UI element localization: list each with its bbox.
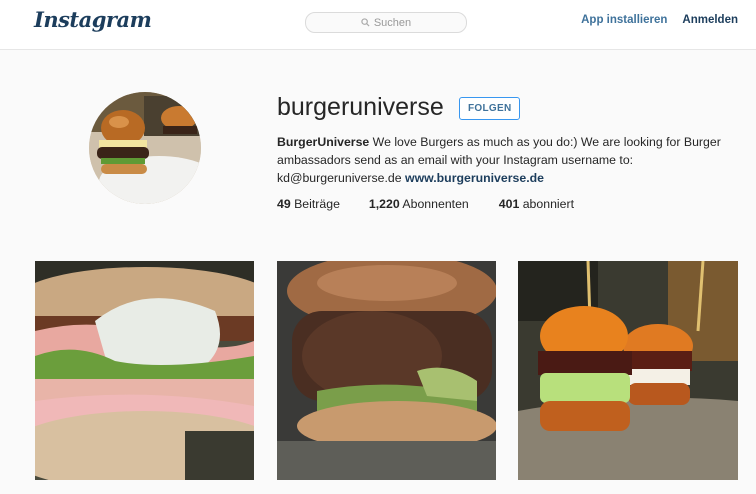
search-input[interactable]: Suchen <box>305 12 467 33</box>
stat-followers[interactable]: 1,220 Abonnenten <box>369 197 469 211</box>
instagram-logo[interactable]: Instagram <box>34 7 152 32</box>
post-thumbnail-1[interactable] <box>35 261 254 480</box>
website-link[interactable]: www.burgeruniverse.de <box>405 171 544 185</box>
stat-posts-label: Beiträge <box>290 197 340 211</box>
sliders-photo <box>518 261 738 480</box>
post-thumbnail-2[interactable] <box>277 261 496 480</box>
stat-posts[interactable]: 49 Beiträge <box>277 197 340 211</box>
stat-followers-count: 1,220 <box>368 197 400 211</box>
burger-photo-2 <box>277 261 496 480</box>
follow-button[interactable]: FOLGEN <box>459 97 521 120</box>
search-placeholder: Suchen <box>373 16 412 29</box>
profile-username: burgeruniverse <box>277 93 444 121</box>
burger-photo-1 <box>35 261 254 480</box>
top-navigation-bar: Instagram Suchen App installieren Anmeld… <box>0 0 756 50</box>
login-link[interactable]: Anmelden <box>682 14 738 26</box>
bio-name: BurgerUniverse <box>277 135 370 149</box>
install-app-link[interactable]: App installieren <box>581 14 667 26</box>
stat-following-label: abonniert <box>519 197 574 211</box>
profile-stats: 49 Beiträge 1,220 Abonnenten 401 abonnie… <box>277 197 574 211</box>
profile-bio: BurgerUniverse We love Burgers as much a… <box>277 133 737 187</box>
search-icon <box>361 18 370 27</box>
stat-posts-count: 49 <box>277 197 291 211</box>
profile-avatar <box>89 92 201 204</box>
post-thumbnail-3[interactable] <box>518 261 738 480</box>
avatar-burger-image <box>89 92 201 204</box>
stat-followers-label: Abonnenten <box>399 197 469 211</box>
stat-following[interactable]: 401 abonniert <box>499 197 574 211</box>
stat-following-count: 401 <box>498 197 520 211</box>
